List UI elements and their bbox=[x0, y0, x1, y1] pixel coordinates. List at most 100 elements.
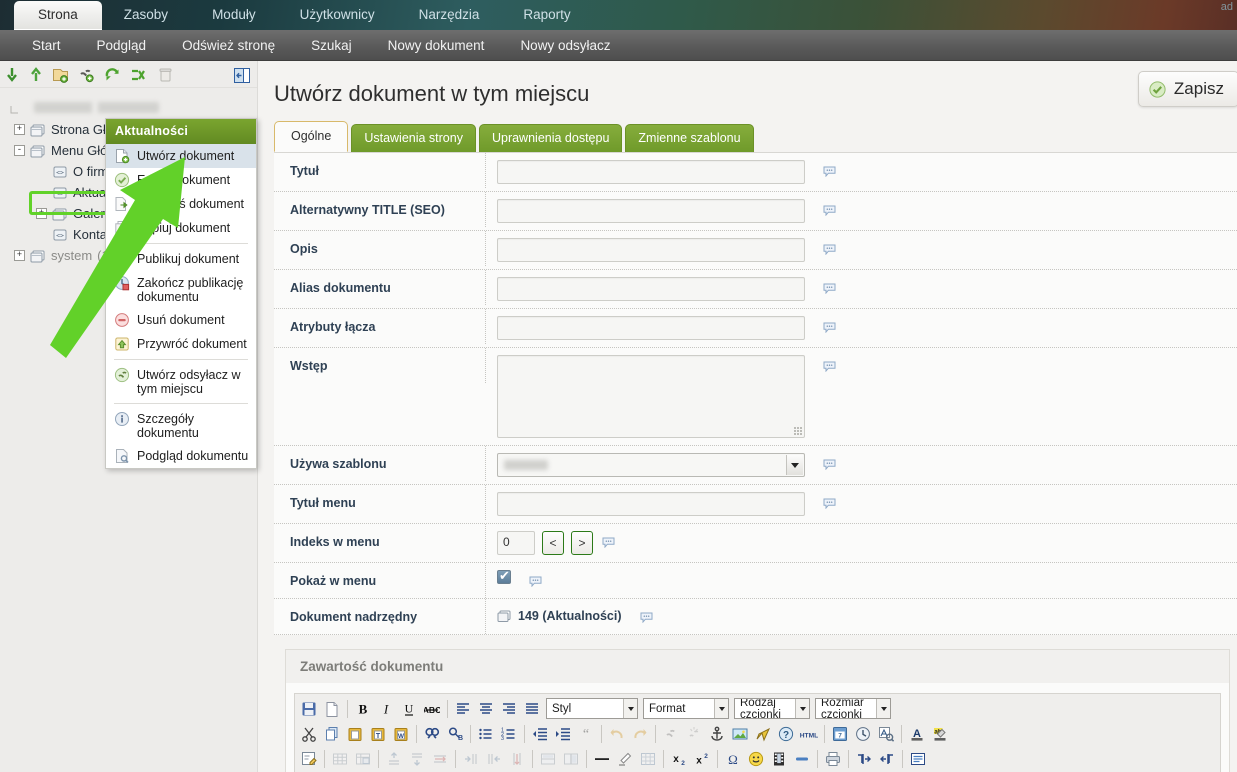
html-source-icon[interactable]: HTML bbox=[798, 723, 820, 745]
collapse-panel-icon[interactable] bbox=[232, 65, 252, 85]
underline-icon[interactable]: U bbox=[398, 698, 420, 720]
arrow-down-icon[interactable] bbox=[2, 65, 22, 85]
help-bubble-icon[interactable] bbox=[602, 535, 615, 549]
flash-icon[interactable] bbox=[752, 723, 774, 745]
menu-index-prev-button[interactable]: < bbox=[542, 531, 564, 555]
context-menu-item-zakończ-publikację-dokumentu[interactable]: Zakończ publikację dokumentu bbox=[106, 271, 256, 308]
context-menu-item-utwórz-odsyłacz-w-tym-miejscu[interactable]: Utwórz odsyłacz w tym miejscu bbox=[106, 363, 256, 400]
paste-word-icon[interactable]: W bbox=[390, 723, 412, 745]
help-bubble-icon[interactable] bbox=[823, 457, 836, 471]
input-tytuł[interactable] bbox=[497, 160, 805, 184]
new-document-icon[interactable] bbox=[50, 65, 70, 85]
smiley-icon[interactable] bbox=[745, 748, 767, 770]
outdent-icon[interactable] bbox=[529, 723, 551, 745]
menu-item-podgląd[interactable]: Podgląd bbox=[79, 38, 165, 53]
tab-uprawnienia-dostępu[interactable]: Uprawnienia dostępu bbox=[478, 124, 623, 152]
new-link-icon[interactable] bbox=[76, 65, 96, 85]
remove-format-icon[interactable] bbox=[614, 748, 636, 770]
context-menu-item-podgląd-dokumentu[interactable]: Podgląd dokumentu bbox=[106, 444, 256, 468]
media-icon[interactable] bbox=[768, 748, 790, 770]
edit-form-icon[interactable] bbox=[298, 748, 320, 770]
help-bubble-icon[interactable] bbox=[823, 203, 836, 217]
refresh-icon[interactable] bbox=[102, 65, 122, 85]
bg-color-icon[interactable]: ab bbox=[929, 723, 951, 745]
menu-item-nowy-odsyłacz[interactable]: Nowy odsyłacz bbox=[502, 38, 628, 53]
input-opis[interactable] bbox=[497, 238, 805, 262]
font-family-select[interactable]: Rodzaj czcionki bbox=[734, 698, 810, 719]
align-left-icon[interactable] bbox=[452, 698, 474, 720]
tab-zmienne-szablonu[interactable]: Zmienne szablonu bbox=[625, 124, 754, 152]
cut-icon[interactable] bbox=[298, 723, 320, 745]
font-size-select[interactable]: Rozmiar czcionki bbox=[815, 698, 891, 719]
print-icon[interactable] bbox=[822, 748, 844, 770]
special-char-icon[interactable]: Ω bbox=[722, 748, 744, 770]
help-bubble-icon[interactable] bbox=[823, 320, 836, 334]
menu-item-nowy-dokument[interactable]: Nowy dokument bbox=[370, 38, 503, 53]
select-używa-szablonu[interactable] bbox=[497, 453, 805, 477]
align-center-icon[interactable] bbox=[475, 698, 497, 720]
menu-item-szukaj[interactable]: Szukaj bbox=[293, 38, 370, 53]
style-select[interactable]: Styl bbox=[546, 698, 638, 719]
main-tab-moduły[interactable]: Moduły bbox=[190, 1, 278, 30]
help-bubble-icon[interactable] bbox=[823, 242, 836, 256]
main-tab-strona[interactable]: Strona bbox=[14, 1, 102, 30]
help-bubble-icon[interactable] bbox=[640, 610, 653, 624]
tree-expander[interactable]: + bbox=[14, 250, 25, 261]
input-alternatywny-title-seo[interactable] bbox=[497, 199, 805, 223]
help-bubble-icon[interactable] bbox=[823, 496, 836, 510]
save-button[interactable]: Zapisz bbox=[1137, 71, 1237, 107]
format-select[interactable]: Format bbox=[643, 698, 729, 719]
spellcheck-icon[interactable] bbox=[875, 723, 897, 745]
main-tab-użytkownicy[interactable]: Użytkownicy bbox=[278, 1, 397, 30]
rtl-icon[interactable] bbox=[876, 748, 898, 770]
context-menu-item-utwórz-dokument[interactable]: Utwórz dokument bbox=[106, 144, 256, 168]
help-bubble-icon[interactable] bbox=[529, 574, 542, 588]
context-menu-item-szczegóły-dokumentu[interactable]: Szczegóły dokumentu bbox=[106, 407, 256, 444]
chevron-down-icon[interactable] bbox=[714, 699, 728, 718]
template-icon[interactable]: 7 bbox=[829, 723, 851, 745]
input-alias-dokumentu[interactable] bbox=[497, 277, 805, 301]
context-menu-item-usuń-dokument[interactable]: Usuń dokument bbox=[106, 308, 256, 332]
chevron-down-icon[interactable] bbox=[623, 699, 637, 718]
chevron-down-icon[interactable] bbox=[876, 699, 890, 718]
tab-ustawienia-strony[interactable]: Ustawienia strony bbox=[351, 124, 476, 152]
time-icon[interactable] bbox=[852, 723, 874, 745]
menu-item-start[interactable]: Start bbox=[14, 38, 79, 53]
help-bubble-icon[interactable] bbox=[823, 281, 836, 295]
paste-icon[interactable] bbox=[344, 723, 366, 745]
help-bubble-icon[interactable] bbox=[823, 359, 836, 373]
textarea-wstęp[interactable] bbox=[497, 355, 805, 438]
text-color-icon[interactable]: A bbox=[906, 723, 928, 745]
page-break-icon[interactable] bbox=[791, 748, 813, 770]
horizontal-rule-icon[interactable] bbox=[591, 748, 613, 770]
arrow-up-icon[interactable] bbox=[26, 65, 46, 85]
show-blocks-icon[interactable] bbox=[907, 748, 929, 770]
menu-index-next-button[interactable]: > bbox=[571, 531, 593, 555]
bullet-list-icon[interactable] bbox=[475, 723, 497, 745]
main-tab-zasoby[interactable]: Zasoby bbox=[102, 1, 190, 30]
replace-icon[interactable]: B bbox=[444, 723, 466, 745]
context-menu-item-przywróć-dokument[interactable]: Przywróć dokument bbox=[106, 332, 256, 356]
help-icon[interactable]: ? bbox=[775, 723, 797, 745]
new-page-icon[interactable] bbox=[321, 698, 343, 720]
main-tab-raporty[interactable]: Raporty bbox=[501, 1, 592, 30]
tree-expander[interactable]: - bbox=[14, 145, 25, 156]
numbered-list-icon[interactable]: 123 bbox=[498, 723, 520, 745]
bold-icon[interactable]: B bbox=[352, 698, 374, 720]
chevron-down-icon[interactable] bbox=[786, 455, 803, 475]
ltr-icon[interactable] bbox=[853, 748, 875, 770]
tab-ogólne[interactable]: Ogólne bbox=[274, 121, 349, 152]
paste-text-icon[interactable]: T bbox=[367, 723, 389, 745]
indent-icon[interactable] bbox=[552, 723, 574, 745]
sort-icon[interactable] bbox=[128, 65, 148, 85]
superscript-icon[interactable]: x2 bbox=[691, 748, 713, 770]
input-atrybuty-łącza[interactable] bbox=[497, 316, 805, 340]
menu-item-odśwież-stronę[interactable]: Odśwież stronę bbox=[164, 38, 293, 53]
chevron-down-icon[interactable] bbox=[795, 699, 809, 718]
tree-expander[interactable]: + bbox=[14, 124, 25, 135]
input-tytuł-menu[interactable] bbox=[497, 492, 805, 516]
context-menu-item-kopiuj-dokument[interactable]: Kopiuj dokument bbox=[106, 216, 256, 240]
strikethrough-icon[interactable]: ABC bbox=[421, 698, 443, 720]
anchor-icon[interactable] bbox=[706, 723, 728, 745]
input-menu-index[interactable]: 0 bbox=[497, 531, 535, 555]
